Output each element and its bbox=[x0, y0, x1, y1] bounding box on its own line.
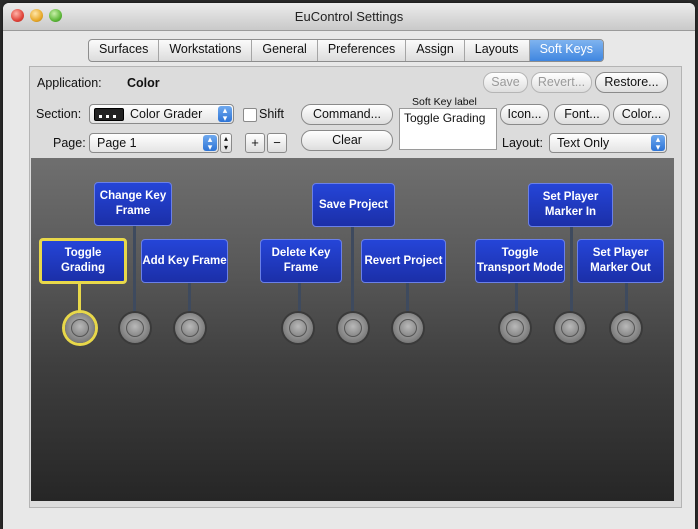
soft-key-label-header: Soft Key label bbox=[412, 96, 477, 108]
tab-bar: Surfaces Workstations General Preference… bbox=[88, 39, 605, 62]
shift-label: Shift bbox=[259, 107, 285, 121]
color-button[interactable]: Color... bbox=[613, 104, 670, 125]
window-title: EuControl Settings bbox=[294, 9, 404, 24]
page-stepper[interactable]: ▴ ▾ bbox=[220, 133, 232, 153]
key-stem bbox=[351, 218, 354, 313]
tab-preferences[interactable]: Preferences bbox=[318, 40, 407, 61]
popup-arrows-icon: ▴ ▾ bbox=[203, 135, 217, 152]
command-button[interactable]: Command... bbox=[301, 104, 393, 125]
tab-soft-keys[interactable]: Soft Keys bbox=[529, 40, 604, 61]
popup-arrows-icon: ▴ ▾ bbox=[651, 135, 665, 152]
soft-key-knob[interactable] bbox=[175, 313, 205, 343]
clear-button[interactable]: Clear bbox=[301, 130, 393, 151]
soft-key-change-key-frame[interactable]: Change Key Frame bbox=[94, 182, 172, 226]
soft-key-knob[interactable] bbox=[283, 313, 313, 343]
revert-button[interactable]: Revert... bbox=[531, 72, 592, 93]
section-label: Section: bbox=[36, 107, 82, 121]
application-value: Color bbox=[127, 76, 160, 90]
page-label: Page: bbox=[53, 136, 86, 150]
remove-page-button[interactable]: − bbox=[267, 133, 287, 153]
section-popup[interactable]: Color Grader ▴ ▾ bbox=[89, 104, 234, 124]
soft-key-label-field[interactable]: Toggle Grading bbox=[399, 108, 497, 150]
icon-button[interactable]: Icon... bbox=[500, 104, 549, 125]
save-button[interactable]: Save bbox=[483, 72, 528, 93]
tab-workstations[interactable]: Workstations bbox=[159, 40, 253, 61]
soft-key-add-key-frame[interactable]: Add Key Frame bbox=[141, 239, 228, 283]
tab-general[interactable]: General bbox=[252, 40, 318, 61]
shift-checkbox[interactable] bbox=[243, 108, 257, 122]
layout-popup[interactable]: Text Only ▴ ▾ bbox=[549, 133, 667, 153]
page-value: Page 1 bbox=[97, 136, 137, 150]
soft-key-knob[interactable] bbox=[120, 313, 150, 343]
add-page-button[interactable]: + bbox=[245, 133, 265, 153]
settings-window: EuControl Settings Surfaces Workstations… bbox=[3, 3, 695, 529]
key-stem bbox=[133, 218, 136, 313]
title-bar: EuControl Settings bbox=[3, 3, 695, 31]
page-popup[interactable]: Page 1 ▴ ▾ bbox=[89, 133, 219, 153]
soft-key-revert-project[interactable]: Revert Project bbox=[361, 239, 446, 283]
tab-surfaces[interactable]: Surfaces bbox=[89, 40, 160, 61]
soft-key-knob[interactable] bbox=[65, 313, 95, 343]
application-label: Application: bbox=[37, 76, 102, 90]
tab-layouts[interactable]: Layouts bbox=[465, 40, 530, 61]
soft-key-save-project[interactable]: Save Project bbox=[312, 183, 395, 227]
soft-key-knob[interactable] bbox=[500, 313, 530, 343]
tab-assign[interactable]: Assign bbox=[406, 40, 465, 61]
surface-icon bbox=[94, 108, 124, 121]
soft-key-knob[interactable] bbox=[393, 313, 423, 343]
soft-key-knob[interactable] bbox=[338, 313, 368, 343]
soft-key-layout-canvas: Change Key Frame Toggle Grading Add Key … bbox=[31, 158, 674, 501]
soft-key-set-player-marker-out[interactable]: Set Player Marker Out bbox=[577, 239, 664, 283]
restore-button[interactable]: Restore... bbox=[595, 72, 668, 93]
soft-key-set-player-marker-in[interactable]: Set Player Marker In bbox=[528, 183, 613, 227]
section-value: Color Grader bbox=[130, 107, 203, 121]
soft-key-toggle-grading[interactable]: Toggle Grading bbox=[39, 238, 127, 284]
soft-key-toggle-transport-mode[interactable]: Toggle Transport Mode bbox=[475, 239, 565, 283]
soft-key-delete-key-frame[interactable]: Delete Key Frame bbox=[260, 239, 342, 283]
soft-key-knob[interactable] bbox=[611, 313, 641, 343]
layout-value: Text Only bbox=[557, 136, 610, 150]
key-stem bbox=[570, 218, 573, 313]
popup-arrows-icon: ▴ ▾ bbox=[218, 106, 232, 123]
font-button[interactable]: Font... bbox=[554, 104, 610, 125]
layout-label: Layout: bbox=[502, 136, 544, 150]
soft-key-knob[interactable] bbox=[555, 313, 585, 343]
